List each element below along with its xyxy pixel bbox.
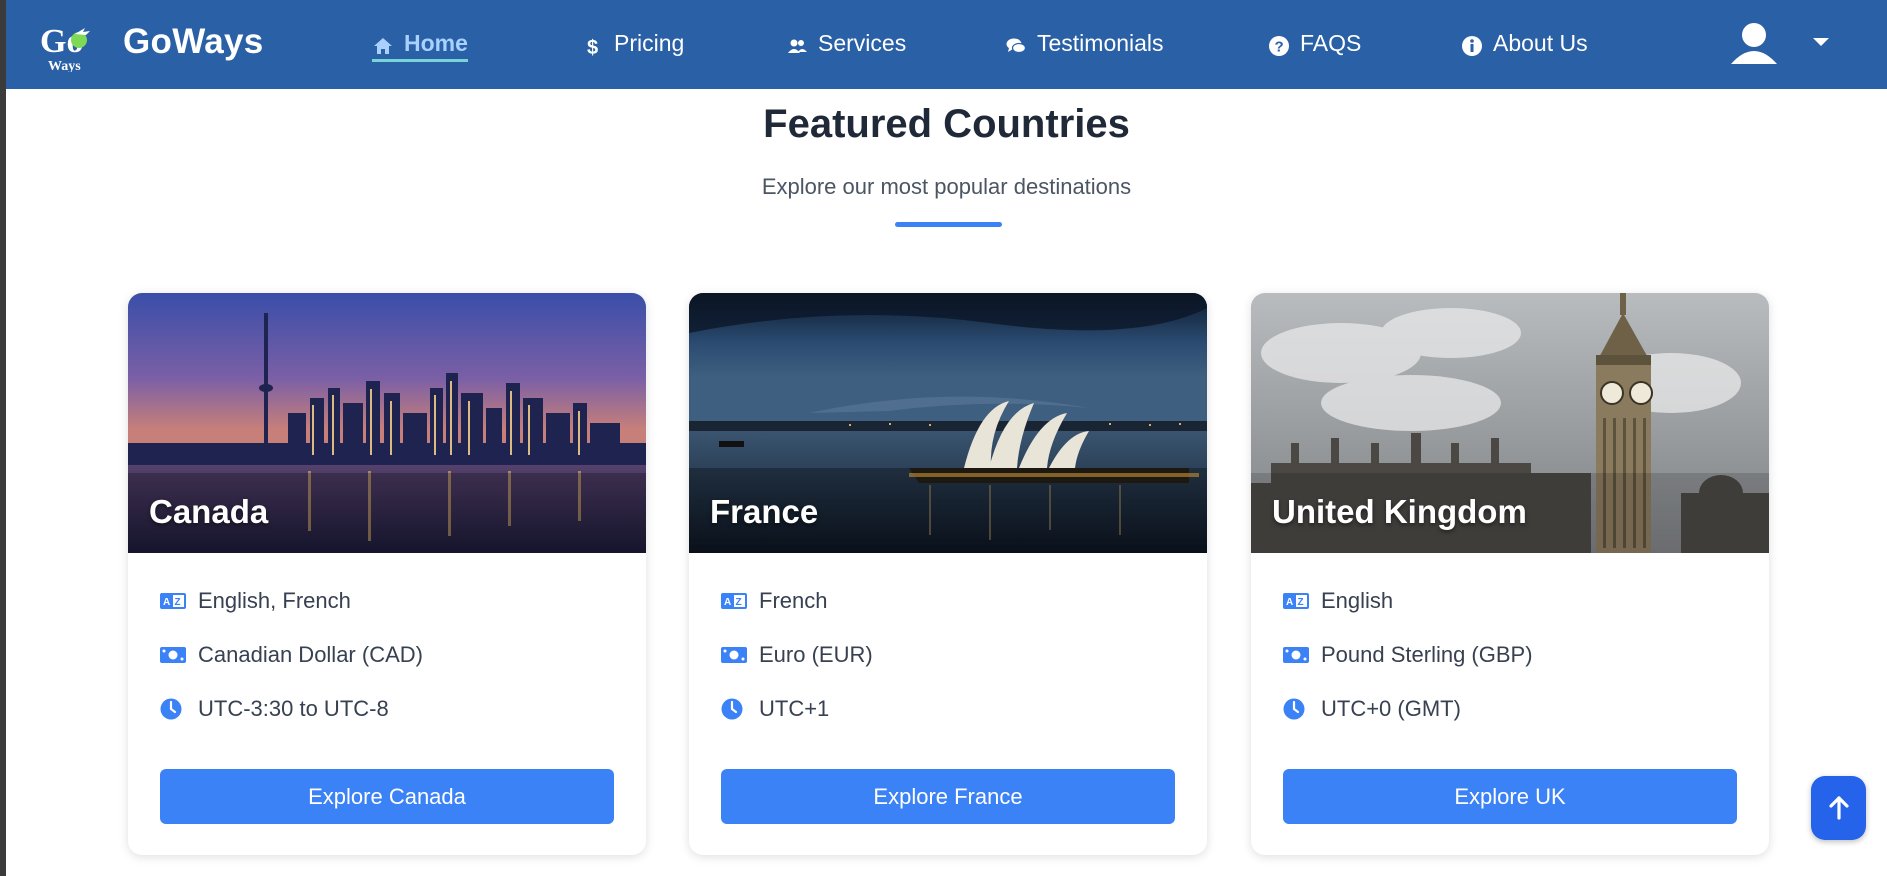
card-timezone: UTC+0 (GMT)	[1283, 696, 1461, 722]
clock-icon	[1283, 698, 1309, 720]
card-currency: Euro (EUR)	[721, 642, 873, 668]
chevron-down-icon	[1813, 38, 1829, 46]
card-currency-text: Canadian Dollar (CAD)	[198, 642, 423, 667]
card-currency-text: Euro (EUR)	[759, 642, 873, 667]
logo[interactable]: Go Ways	[38, 16, 98, 74]
nav-services-label: Services	[818, 30, 907, 56]
money-bill-icon	[721, 644, 747, 666]
card-language-text: English, French	[198, 588, 351, 613]
card-title: Canada	[149, 493, 269, 530]
language-icon: AZ	[721, 590, 747, 612]
card-timezone-text: UTC+0 (GMT)	[1321, 696, 1461, 721]
card-currency: Canadian Dollar (CAD)	[160, 642, 423, 668]
explore-canada-button[interactable]: Explore Canada	[160, 769, 614, 824]
svg-text:?: ?	[1275, 39, 1284, 56]
explore-uk-button[interactable]: Explore UK	[1283, 769, 1737, 824]
nav-home-label: Home	[404, 30, 468, 56]
svg-text:Z: Z	[736, 597, 742, 608]
section-divider	[895, 222, 1002, 227]
comments-icon	[1005, 35, 1027, 57]
nav-pricing-label: Pricing	[614, 30, 685, 56]
nav-faqs[interactable]: ? FAQS	[1268, 30, 1361, 62]
svg-text:Ways: Ways	[48, 59, 81, 72]
card-title: France	[710, 493, 819, 530]
language-icon: AZ	[160, 590, 186, 612]
clock-icon	[721, 698, 747, 720]
nav-faqs-label: FAQS	[1300, 30, 1362, 56]
info-circle-icon	[1461, 35, 1483, 57]
section-subtitle: Explore our most popular destinations	[761, 174, 1132, 199]
svg-text:A: A	[724, 597, 731, 608]
money-bill-icon	[160, 644, 186, 666]
nav-testimonials[interactable]: Testimonials	[1005, 30, 1164, 62]
question-circle-icon: ?	[1268, 35, 1290, 57]
nav-testimonials-label: Testimonials	[1037, 30, 1164, 56]
svg-text:A: A	[1286, 597, 1293, 608]
card-language: AZ English, French	[160, 588, 351, 614]
nav-home[interactable]: Home	[372, 30, 468, 62]
home-icon	[372, 35, 394, 57]
card-timezone-text: UTC+1	[759, 696, 830, 721]
clock-icon	[160, 698, 186, 720]
section-title: Featured Countries	[763, 102, 1130, 146]
brand-name[interactable]: GoWays	[123, 22, 264, 62]
card-currency: Pound Sterling (GBP)	[1283, 642, 1533, 668]
navbar: Go Ways GoWays Home $ Pricing Services T…	[6, 0, 1887, 89]
language-icon: AZ	[1283, 590, 1309, 612]
page: Go Ways GoWays Home $ Pricing Services T…	[6, 0, 1887, 876]
arrow-up-icon	[1828, 796, 1849, 820]
svg-text:A: A	[163, 597, 170, 608]
card-language: AZ French	[721, 588, 827, 614]
country-card-canada: Canada AZ English, French Canadian Dolla…	[128, 293, 646, 855]
nav-pricing[interactable]: $ Pricing	[582, 30, 684, 62]
nav-services[interactable]: Services	[786, 30, 906, 62]
card-timezone: UTC+1	[721, 696, 829, 722]
nav-about[interactable]: About Us	[1461, 30, 1588, 62]
svg-text:Z: Z	[175, 597, 181, 608]
users-icon	[786, 35, 808, 57]
card-language-text: English	[1321, 588, 1394, 613]
card-language-text: French	[759, 588, 828, 613]
svg-text:$: $	[587, 37, 598, 57]
country-card-france: France AZ French Euro (EUR) UTC+1 Explor…	[689, 293, 1207, 855]
card-timezone: UTC-3:30 to UTC-8	[160, 696, 389, 722]
card-language: AZ English	[1283, 588, 1393, 614]
card-currency-text: Pound Sterling (GBP)	[1321, 642, 1533, 667]
money-bill-icon	[1283, 644, 1309, 666]
dollar-icon: $	[582, 35, 604, 59]
scroll-to-top-button[interactable]	[1811, 776, 1866, 840]
explore-france-button[interactable]: Explore France	[721, 769, 1175, 824]
country-card-uk: United Kingdom AZ English Pound Sterling…	[1251, 293, 1769, 855]
svg-text:Z: Z	[1298, 597, 1304, 608]
user-menu[interactable]	[1730, 20, 1830, 70]
card-timezone-text: UTC-3:30 to UTC-8	[198, 696, 389, 721]
user-icon	[1731, 23, 1777, 64]
nav-about-label: About Us	[1493, 30, 1588, 56]
card-title: United Kingdom	[1272, 493, 1527, 530]
